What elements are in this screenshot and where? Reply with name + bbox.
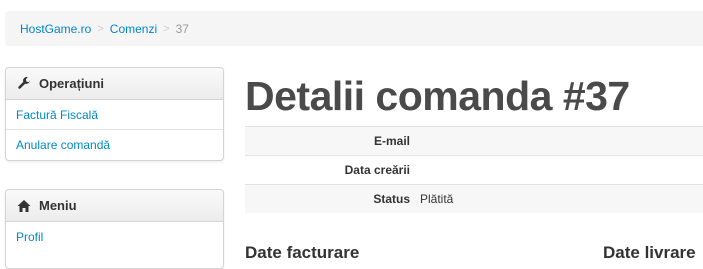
detail-row-status: Status Plătită (245, 184, 703, 213)
menu-panel-title: Meniu (39, 198, 77, 213)
breadcrumb: HostGame.ro > Comenzi > 37 (5, 11, 703, 46)
operations-panel: Operațiuni Factură Fiscală Anulare coman… (5, 67, 224, 161)
delivery-heading: Date livrare (603, 243, 696, 262)
detail-row-email: E-mail (245, 126, 703, 155)
page-title: Detalii comanda #37 (245, 73, 630, 119)
menu-panel-header: Meniu (6, 190, 223, 222)
wrench-icon (17, 76, 31, 91)
breadcrumb-current: 37 (175, 21, 189, 36)
menu-item-invoice[interactable]: Factură Fiscală (6, 100, 223, 130)
operations-panel-title: Operațiuni (39, 76, 105, 91)
breadcrumb-home-link[interactable]: HostGame.ro (20, 22, 91, 36)
menu-panel: Meniu Profil (5, 189, 224, 269)
breadcrumb-separator: > (97, 22, 104, 35)
operations-panel-header: Operațiuni (6, 68, 223, 100)
breadcrumb-separator: > (163, 22, 170, 35)
menu-item-profile[interactable]: Profil (6, 222, 223, 252)
menu-item-cancel-order[interactable]: Anulare comandă (6, 130, 223, 160)
home-icon (17, 199, 31, 213)
detail-label: Data creării (344, 163, 410, 177)
detail-label: Status (373, 192, 410, 206)
breadcrumb-orders-link[interactable]: Comenzi (110, 22, 157, 36)
status-value: Plătită (420, 192, 454, 206)
detail-row-created: Data creării (245, 155, 703, 184)
order-details-table: E-mail Data creării Status Plătită (245, 126, 703, 213)
detail-label: E-mail (373, 134, 410, 148)
billing-heading: Date facturare (245, 243, 360, 262)
